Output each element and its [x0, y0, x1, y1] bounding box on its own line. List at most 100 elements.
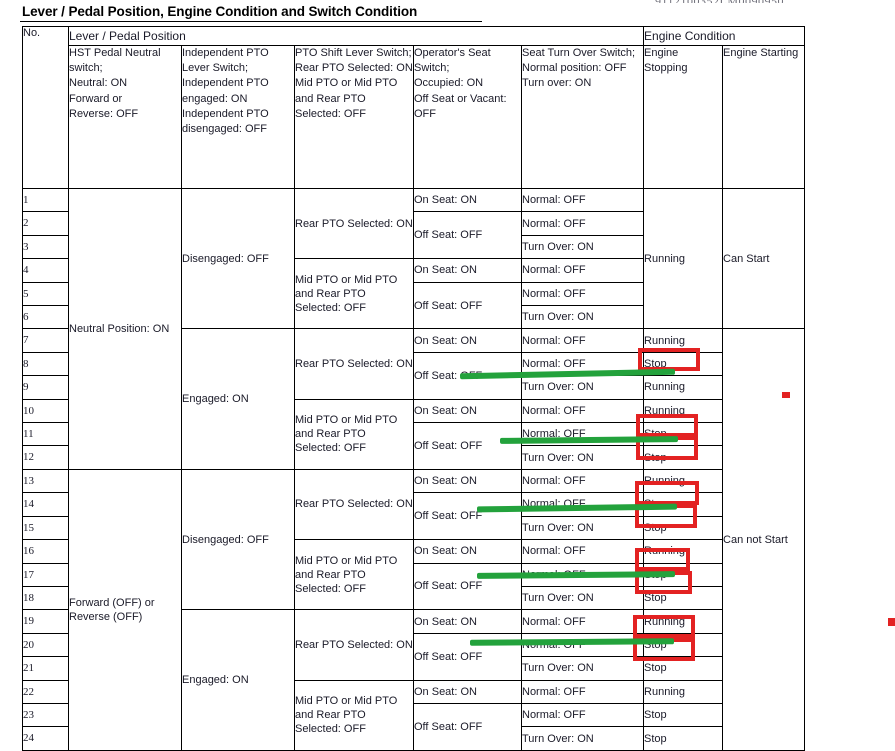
seat-turn-over-cell: Turn Over: ON — [520, 515, 645, 541]
operators-seat-cell: On Seat: ON — [413, 679, 522, 704]
engine-starting-cell: Can not Start — [722, 328, 806, 751]
row-number-cell: 20 — [22, 632, 69, 658]
engine-stopping-cell: Running — [643, 539, 724, 564]
hst-pedal-cell: Neutral Position: ON — [68, 188, 182, 470]
header-row-groups: No. Lever / Pedal Position Engine Condit… — [22, 26, 806, 189]
row-number-cell: 2 — [22, 211, 69, 236]
document-watermark-code: 9112100352LM0090950 — [655, 0, 865, 3]
operators-seat-cell: Off Seat: OFF — [413, 211, 522, 260]
seat-turn-over-cell: Normal: OFF — [520, 328, 645, 353]
engine-stopping-cell: Running — [643, 328, 724, 353]
seat-turn-over-cell: Normal: OFF — [520, 632, 645, 658]
operators-seat-cell: Off Seat: OFF — [413, 562, 522, 611]
operators-seat-cell: On Seat: ON — [413, 539, 522, 564]
operators-seat-cell: Off Seat: OFF — [413, 281, 522, 330]
operators-seat-cell: On Seat: ON — [413, 398, 522, 424]
engine-stopping-cell: Stop — [643, 492, 724, 517]
engine-stopping-cell: Stop — [643, 515, 724, 541]
row-number-cell: 18 — [22, 585, 69, 611]
row-number-cell: 15 — [22, 515, 69, 541]
row-number-cell: 11 — [22, 422, 69, 447]
header-row-columns: HST Pedal Neutral switch; Neutral: ON Fo… — [23, 45, 806, 189]
table-row: 1 Neutral Position: ON Disengaged: OFF Rear… — [22, 187, 806, 470]
red-marker-dot — [888, 618, 895, 626]
engine-stopping-cell: Stop — [643, 445, 724, 470]
operators-seat-cell: On Seat: ON — [413, 468, 522, 494]
row-number-cell: 12 — [22, 445, 69, 470]
title-underline — [20, 21, 482, 22]
row-number-cell: 13 — [22, 468, 69, 494]
condition-table-wrapper: No. Lever / Pedal Position Engine Condit… — [22, 26, 895, 751]
engine-stopping-cell: Stop — [643, 351, 724, 377]
column-header-pto-shift-lever: PTO Shift Lever Switch; Rear PTO Selecte… — [294, 45, 414, 189]
seat-turn-over-cell: Normal: OFF — [520, 422, 645, 447]
seat-turn-over-cell: Turn Over: ON — [520, 305, 645, 330]
engine-stopping-cell: Stop — [643, 632, 724, 658]
column-header-independent-pto: Independent PTO Lever Switch; Independen… — [181, 45, 295, 189]
column-header-engine-starting: Engine Starting — [722, 45, 806, 189]
column-header-operators-seat: Operator's Seat Switch; Occupied: ON Off… — [413, 45, 522, 189]
row-number-cell: 23 — [22, 702, 69, 728]
row-number-cell: 10 — [22, 398, 69, 424]
seat-turn-over-cell: Normal: OFF — [520, 281, 645, 307]
independent-pto-cell: Engaged: ON — [181, 609, 295, 751]
table-body: 1 Neutral Position: ON Disengaged: OFF Rear… — [22, 187, 806, 751]
seat-turn-over-cell: Normal: OFF — [520, 539, 645, 564]
seat-turn-over-cell: Turn Over: ON — [520, 656, 645, 681]
row-number-cell: 21 — [22, 656, 69, 681]
seat-turn-over-cell: Normal: OFF — [520, 468, 645, 494]
table-header: No. Lever / Pedal Position Engine Condit… — [22, 26, 806, 189]
engine-stopping-cell: Stop — [643, 422, 724, 447]
pto-shift-lever-cell: Mid PTO or Mid PTO and Rear PTO Selected… — [294, 539, 414, 611]
pto-shift-lever-cell: Mid PTO or Mid PTO and Rear PTO Selected… — [294, 398, 414, 470]
row-number-cell: 4 — [22, 258, 69, 283]
seat-turn-over-cell: Normal: OFF — [520, 187, 645, 213]
row-number-cell: 22 — [22, 679, 69, 704]
seat-turn-over-cell: Turn Over: ON — [520, 234, 645, 260]
row-number-cell: 19 — [22, 609, 69, 634]
operators-seat-cell: Off Seat: OFF — [413, 492, 522, 541]
engine-stopping-cell: Running — [643, 609, 724, 634]
group-header-lever-pedal-position: Lever / Pedal Position — [67, 26, 645, 46]
seat-turn-over-cell: Normal: OFF — [520, 609, 645, 634]
table-row: 13 Forward (OFF) or Reverse (OFF) Disengag… — [22, 468, 805, 751]
independent-pto-cell: Disengaged: OFF — [181, 468, 295, 611]
engine-starting-cell: Can Start — [722, 187, 806, 330]
operators-seat-cell: On Seat: ON — [413, 187, 522, 213]
engine-stopping-cell: Running — [643, 375, 724, 400]
group-header-engine-condition: Engine Condition — [643, 26, 806, 46]
operators-seat-cell: Off Seat: OFF — [413, 702, 522, 751]
seat-turn-over-cell: Normal: OFF — [520, 351, 645, 377]
row-number-cell: 6 — [22, 305, 69, 330]
seat-turn-over-cell: Normal: OFF — [520, 562, 645, 587]
condition-table: No. Lever / Pedal Position Engine Condit… — [22, 26, 806, 751]
seat-turn-over-cell: Normal: OFF — [520, 211, 645, 236]
row-number-cell: 8 — [22, 351, 69, 377]
engine-stopping-cell: Running — [643, 679, 724, 704]
pto-shift-lever-cell: Rear PTO Selected: ON — [294, 328, 414, 400]
operators-seat-cell: Off Seat: OFF — [413, 351, 522, 400]
pto-shift-lever-cell: Mid PTO or Mid PTO and Rear PTO Selected… — [294, 679, 414, 751]
column-header-engine-stopping: Engine Stopping — [643, 45, 724, 189]
row-number-cell: 3 — [22, 234, 69, 260]
pto-shift-lever-cell: Rear PTO Selected: ON — [294, 187, 414, 260]
operators-seat-cell: Off Seat: OFF — [413, 632, 522, 681]
seat-turn-over-cell: Turn Over: ON — [520, 445, 645, 470]
engine-stopping-cell: Stop — [643, 656, 724, 681]
page-title: Lever / Pedal Position, Engine Condition… — [22, 4, 418, 19]
row-number-cell: 9 — [22, 375, 69, 400]
seat-turn-over-cell: Normal: OFF — [520, 492, 645, 517]
engine-stopping-cell: Running — [643, 468, 724, 494]
column-header-hst-pedal: HST Pedal Neutral switch; Neutral: ON Fo… — [68, 45, 182, 189]
independent-pto-cell: Disengaged: OFF — [181, 187, 295, 330]
seat-turn-over-cell: Normal: OFF — [520, 258, 645, 283]
row-number-cell: 16 — [22, 539, 69, 564]
row-number-cell: 1 — [22, 187, 69, 213]
column-header-seat-turn-over: Seat Turn Over Switch; Normal position: … — [520, 45, 645, 189]
operators-seat-cell: On Seat: ON — [413, 328, 522, 353]
row-number-cell: 5 — [22, 281, 69, 307]
engine-stopping-cell: Running — [643, 398, 724, 424]
seat-turn-over-cell: Turn Over: ON — [520, 585, 645, 611]
pto-shift-lever-cell: Rear PTO Selected: ON — [294, 468, 414, 541]
column-header-no: No. — [22, 26, 69, 189]
